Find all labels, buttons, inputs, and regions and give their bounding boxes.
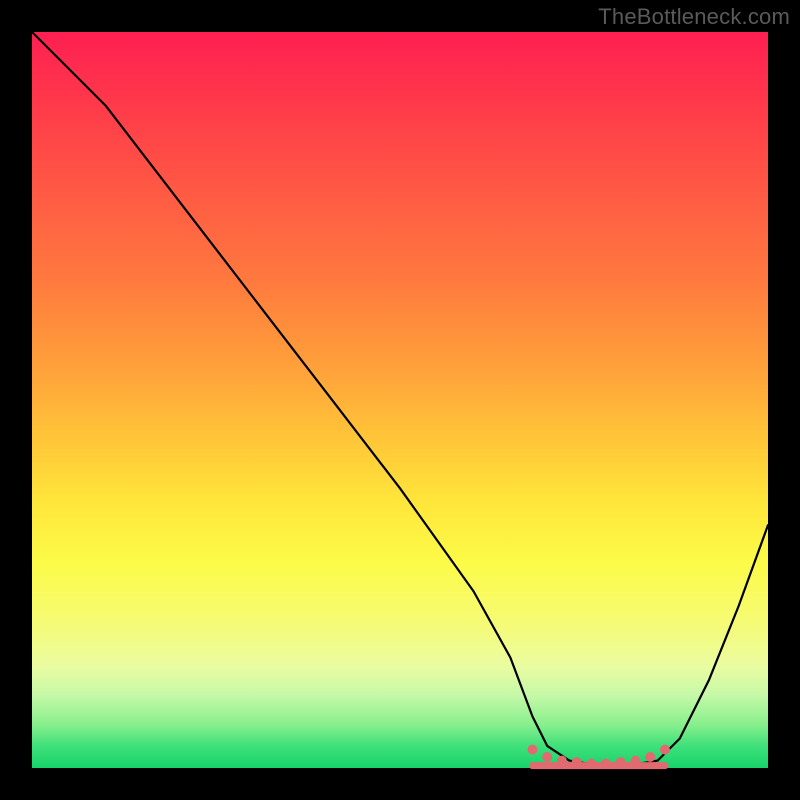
curve-svg <box>32 32 768 768</box>
watermark-text: TheBottleneck.com <box>598 4 790 30</box>
marker-dot <box>542 752 552 762</box>
marker-dot <box>660 745 670 755</box>
marker-dot <box>528 745 538 755</box>
bottleneck-curve <box>32 32 768 764</box>
chart-stage: TheBottleneck.com <box>0 0 800 800</box>
marker-dot <box>645 752 655 762</box>
plot-area <box>32 32 768 768</box>
